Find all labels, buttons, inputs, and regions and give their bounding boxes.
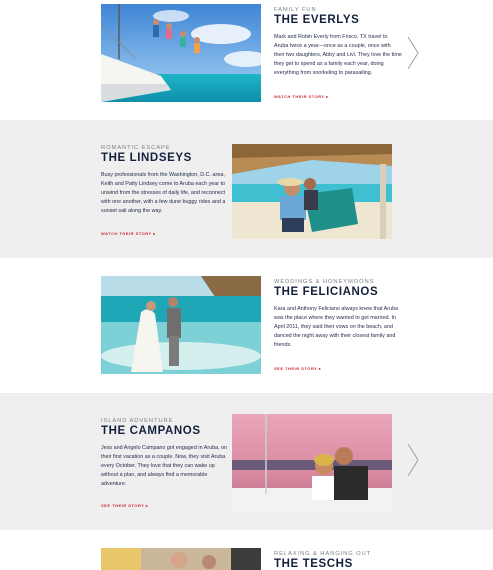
story-kicker: ISLAND ADVENTURE xyxy=(101,418,174,424)
family-jumping-boat-photo[interactable] xyxy=(101,4,261,102)
story-kicker: FAMILY FUN xyxy=(274,7,317,13)
story-kicker: WEDDINGS & HONEYMOONS xyxy=(274,279,375,285)
story-body: Jess and Angelo Campano got engaged in A… xyxy=(101,445,228,487)
wedding-couple-surf-photo[interactable] xyxy=(101,276,261,374)
story-text-felicianos: WEDDINGS & HONEYMOONS THE FELICIANOS Kar… xyxy=(274,279,402,350)
watch-story-link[interactable]: WATCH THEIR STORY ▸ xyxy=(101,231,156,236)
story-section-campanos: ISLAND ADVENTURE THE CAMPANOS Jess and A… xyxy=(0,393,493,530)
story-section-teschs: RELAXING & HANGING OUT THE TESCHS xyxy=(0,530,493,570)
couple-indoor-photo[interactable] xyxy=(101,548,261,570)
see-story-link[interactable]: SEE THEIR STORY ▸ xyxy=(101,503,148,508)
story-kicker: RELAXING & HANGING OUT xyxy=(274,551,372,557)
story-section-felicianos: WEDDINGS & HONEYMOONS THE FELICIANOS Kar… xyxy=(0,258,493,393)
story-title: THE EVERLYS xyxy=(274,14,360,26)
story-title: THE LINDSEYS xyxy=(101,152,192,164)
chevron-right-icon[interactable] xyxy=(406,36,420,70)
story-text-lindseys: ROMANTIC ESCAPE THE LINDSEYS Busy profes… xyxy=(101,145,229,216)
see-story-link[interactable]: SEE THEIR STORY ▸ xyxy=(274,366,321,371)
story-body: Mark and Robin Everly from Frisco, TX tr… xyxy=(274,34,402,76)
story-title: THE TESCHS xyxy=(274,558,353,570)
watch-story-link[interactable]: WATCH THEIR STORY ▸ xyxy=(274,94,329,99)
story-body: Kara and Anthony Feliciano always knew t… xyxy=(274,306,399,348)
story-text-everlys: FAMILY FUN THE EVERLYS Mark and Robin Ev… xyxy=(274,7,402,78)
story-body: Busy professionals from the Washington, … xyxy=(101,172,226,214)
couple-beach-hut-photo[interactable] xyxy=(232,144,392,239)
story-text-teschs: RELAXING & HANGING OUT THE TESCHS xyxy=(274,551,402,570)
couple-sunset-boat-photo[interactable] xyxy=(232,414,392,512)
story-kicker: ROMANTIC ESCAPE xyxy=(101,145,171,151)
story-text-campanos: ISLAND ADVENTURE THE CAMPANOS Jess and A… xyxy=(101,418,229,489)
story-title: THE FELICIANOS xyxy=(274,286,379,298)
chevron-right-icon[interactable] xyxy=(406,443,420,477)
story-title: THE CAMPANOS xyxy=(101,425,201,437)
story-section-lindseys: ROMANTIC ESCAPE THE LINDSEYS Busy profes… xyxy=(0,120,493,258)
story-section-everlys: FAMILY FUN THE EVERLYS Mark and Robin Ev… xyxy=(0,0,493,120)
